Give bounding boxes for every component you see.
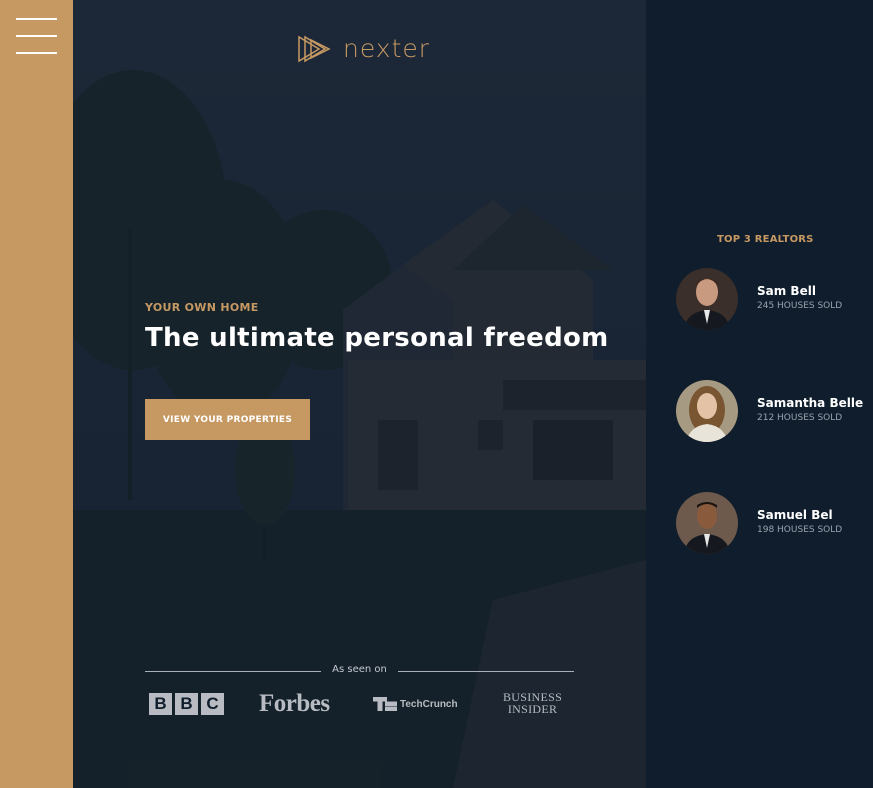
seen-on-label: As seen on (332, 664, 387, 675)
realtor-name: Samantha Belle (757, 396, 864, 410)
avatar (676, 268, 738, 330)
forbes-logo: Forbes (259, 690, 330, 717)
realtor-houses-sold: 245 HOUSES SOLD (757, 301, 843, 311)
seen-on-divider: As seen on (145, 662, 574, 680)
hamburger-line (16, 35, 57, 37)
divider-line (398, 671, 574, 672)
realtor-item[interactable]: Samuel Bel 198 HOUSES SOLD (676, 492, 866, 556)
bbc-logo: B B C (149, 693, 224, 715)
hero-section: nexter YOUR OWN HOME The ultimate person… (73, 0, 646, 788)
realtor-houses-sold: 198 HOUSES SOLD (757, 525, 843, 535)
realtors-title: TOP 3 REALTORS (717, 234, 814, 245)
realtor-item[interactable]: Samantha Belle 212 HOUSES SOLD (676, 380, 866, 444)
realtor-item[interactable]: Sam Bell 245 HOUSES SOLD (676, 268, 866, 332)
sidebar (0, 0, 73, 788)
bbc-letter: C (201, 693, 224, 715)
realtor-houses-sold: 212 HOUSES SOLD (757, 413, 843, 423)
logo-text: nexter (343, 34, 431, 63)
realtor-name: Samuel Bel (757, 508, 833, 522)
bbc-letter: B (175, 693, 198, 715)
insider-line: INSIDER (507, 702, 558, 716)
bbc-letter: B (149, 693, 172, 715)
hamburger-line (16, 52, 57, 54)
avatar (676, 492, 738, 554)
techcrunch-logo: TechCrunch (373, 697, 458, 711)
menu-button[interactable] (16, 18, 58, 54)
press-logos: B B C Forbes TechCrunch BUSINESS INSIDER (149, 690, 569, 722)
realtor-name: Sam Bell (757, 284, 816, 298)
nexter-logo[interactable]: nexter (297, 34, 430, 63)
techcrunch-mark-icon (373, 697, 397, 711)
hero-title: The ultimate personal freedom (145, 323, 609, 353)
realtors-panel: TOP 3 REALTORS Sam Bell 245 HOUSES SOLD … (646, 0, 873, 788)
techcrunch-label: TechCrunch (400, 698, 458, 710)
hamburger-menu-icon (16, 18, 57, 20)
hero-subtitle: YOUR OWN HOME (145, 301, 259, 314)
business-insider-logo: BUSINESS INSIDER (503, 691, 562, 715)
avatar (676, 380, 738, 442)
triangles-play-icon (298, 35, 331, 62)
view-properties-button[interactable]: VIEW YOUR PROPERTIES (145, 399, 310, 440)
